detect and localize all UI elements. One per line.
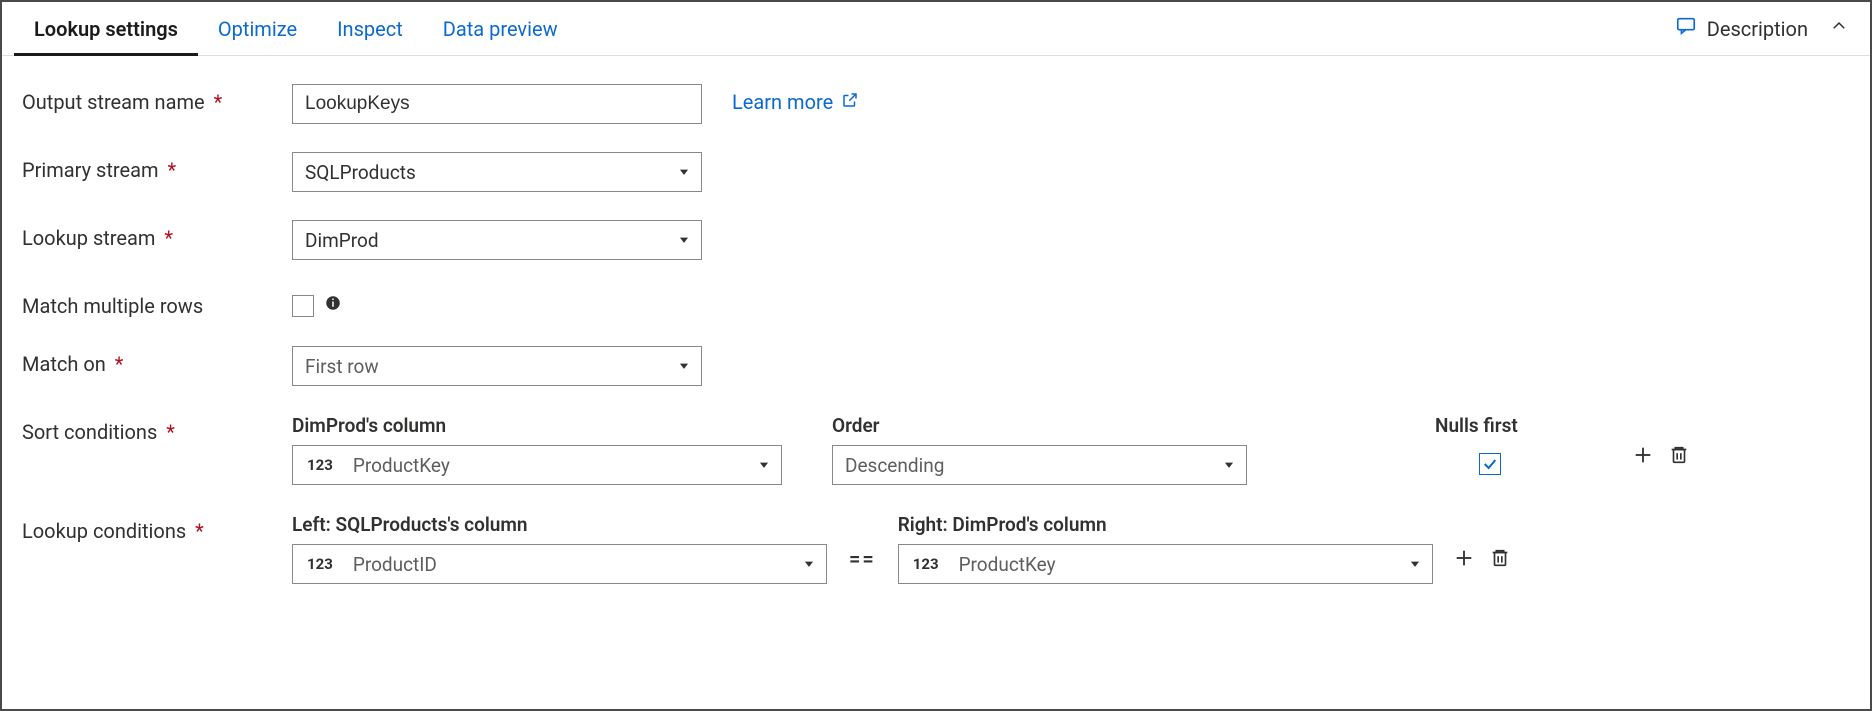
required-asterisk: * [168, 158, 177, 182]
row-sort-conditions: Sort conditions * DimProd's column 123 P… [22, 414, 1850, 485]
tab-inspect[interactable]: Inspect [317, 3, 423, 55]
info-icon[interactable] [324, 294, 342, 317]
row-output-stream-name: Output stream name * Learn more [22, 84, 1850, 124]
row-lookup-conditions: Lookup conditions * Left: SQLProducts's … [22, 513, 1850, 584]
lookup-operator: == [827, 547, 898, 571]
lookup-stream-dropdown[interactable]: DimProd [292, 220, 702, 260]
description-button[interactable]: Description [1663, 7, 1820, 50]
sort-column-dropdown[interactable]: 123 ProductKey [292, 445, 782, 485]
tab-data-preview[interactable]: Data preview [423, 3, 578, 55]
chevron-down-icon [677, 161, 691, 184]
match-multiple-rows-checkbox[interactable] [292, 295, 314, 317]
label-sort-conditions: Sort conditions * [22, 414, 292, 444]
datatype-badge-integer: 123 [293, 545, 347, 583]
tab-optimize[interactable]: Optimize [198, 3, 317, 55]
lookup-left-header: Left: SQLProducts's column [292, 513, 827, 536]
required-asterisk: * [214, 90, 223, 114]
row-primary-stream: Primary stream * SQLProducts [22, 152, 1850, 192]
chevron-up-icon [1830, 17, 1848, 40]
label-lookup-conditions: Lookup conditions * [22, 513, 292, 543]
delete-sort-condition-button[interactable] [1668, 444, 1690, 471]
chevron-down-icon [1222, 454, 1236, 477]
lookup-settings-pane: Lookup settings Optimize Inspect Data pr… [0, 0, 1872, 711]
add-lookup-condition-button[interactable] [1453, 547, 1475, 574]
chevron-down-icon [757, 454, 771, 477]
sort-order-header: Order [832, 414, 1247, 437]
row-match-on: Match on * First row [22, 346, 1850, 386]
form-body: Output stream name * Learn more [2, 56, 1870, 709]
lookup-right-column-dropdown[interactable]: 123 ProductKey [898, 544, 1433, 584]
required-asterisk: * [115, 352, 124, 376]
learn-more-link[interactable]: Learn more [732, 84, 859, 114]
chevron-down-icon [802, 553, 816, 576]
trash-icon [1668, 448, 1690, 471]
plus-icon [1453, 551, 1475, 574]
collapse-button[interactable] [1820, 9, 1858, 48]
add-sort-condition-button[interactable] [1632, 444, 1654, 471]
datatype-badge-integer: 123 [293, 446, 347, 484]
primary-stream-dropdown[interactable]: SQLProducts [292, 152, 702, 192]
tabbar: Lookup settings Optimize Inspect Data pr… [2, 2, 1870, 56]
nulls-first-checkbox[interactable] [1479, 453, 1501, 475]
description-label: Description [1707, 17, 1808, 41]
nulls-first-header: Nulls first [1435, 414, 1518, 437]
plus-icon [1632, 448, 1654, 471]
label-match-on: Match on * [22, 346, 292, 376]
row-match-multiple-rows: Match multiple rows [22, 288, 1850, 318]
required-asterisk: * [195, 519, 204, 543]
sort-column-header: DimProd's column [292, 414, 782, 437]
label-lookup-stream: Lookup stream * [22, 220, 292, 250]
tab-lookup-settings[interactable]: Lookup settings [14, 3, 198, 55]
output-stream-name-input[interactable] [292, 84, 702, 124]
required-asterisk: * [164, 226, 173, 250]
trash-icon [1489, 551, 1511, 574]
lookup-left-column-dropdown[interactable]: 123 ProductID [292, 544, 827, 584]
row-lookup-stream: Lookup stream * DimProd [22, 220, 1850, 260]
chevron-down-icon [677, 229, 691, 252]
label-output-stream-name: Output stream name * [22, 84, 292, 114]
comment-icon [1675, 15, 1697, 42]
required-asterisk: * [166, 420, 175, 444]
lookup-right-header: Right: DimProd's column [898, 513, 1433, 536]
chevron-down-icon [677, 355, 691, 378]
external-link-icon [841, 90, 859, 114]
chevron-down-icon [1408, 553, 1422, 576]
sort-order-dropdown[interactable]: Descending [832, 445, 1247, 485]
datatype-badge-integer: 123 [899, 545, 953, 583]
delete-lookup-condition-button[interactable] [1489, 547, 1511, 574]
label-primary-stream: Primary stream * [22, 152, 292, 182]
label-match-multiple-rows: Match multiple rows [22, 288, 292, 318]
match-on-dropdown[interactable]: First row [292, 346, 702, 386]
